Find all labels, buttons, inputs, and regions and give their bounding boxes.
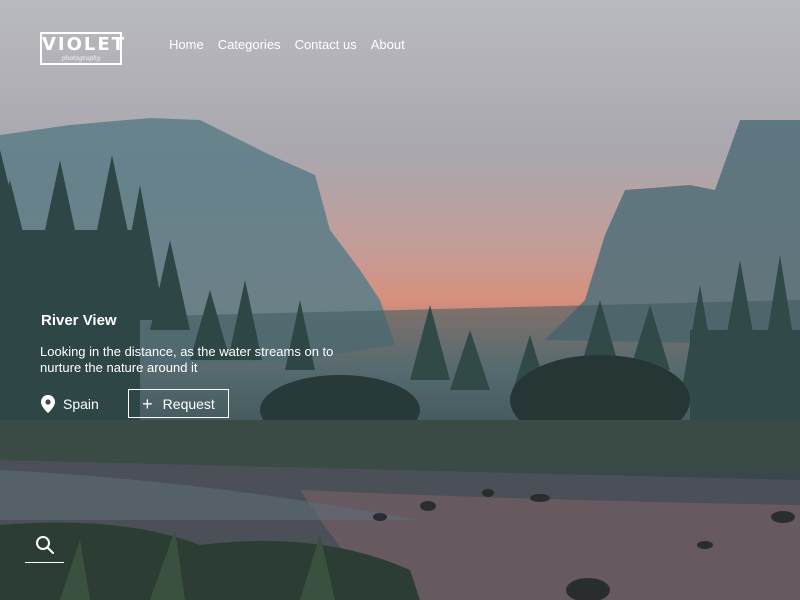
nav-item-contact-us[interactable]: Contact us — [295, 37, 357, 52]
plus-icon: + — [142, 393, 153, 414]
hero-description: Looking in the distance, as the water st… — [40, 344, 334, 375]
request-button-label: Request — [162, 395, 215, 412]
nav-item-about[interactable]: About — [371, 37, 405, 52]
hero-section: VIOLET photography Home Categories Conta… — [0, 0, 800, 600]
hero-title: River View — [41, 312, 117, 329]
background-landscape-image — [0, 118, 800, 600]
location-label: Spain — [63, 396, 99, 412]
location-pin-icon — [41, 395, 55, 413]
location-info: Spain — [41, 395, 99, 413]
nav-item-home[interactable]: Home — [169, 37, 204, 52]
search-button[interactable] — [25, 532, 64, 563]
request-button[interactable]: + Request — [128, 389, 229, 418]
brand-logo[interactable]: VIOLET photography — [40, 32, 126, 65]
search-icon — [36, 536, 54, 554]
brand-tagline: photography — [61, 55, 101, 62]
brand-name: VIOLET — [42, 34, 126, 55]
nav-item-categories[interactable]: Categories — [218, 37, 281, 52]
main-nav: Home Categories Contact us About — [169, 37, 405, 52]
